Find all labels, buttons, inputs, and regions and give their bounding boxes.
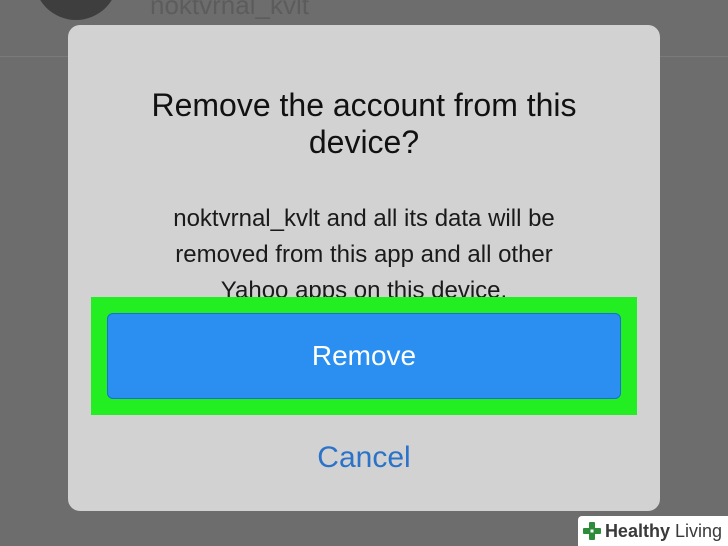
avatar xyxy=(34,0,118,20)
dialog-title-line: Remove the account from this xyxy=(151,87,577,123)
watermark-brand-bold: Healthy xyxy=(604,520,670,541)
watermark: Healthy Living xyxy=(577,516,728,546)
plus-leaf-icon xyxy=(582,522,601,540)
dialog-message-line: noktvrnal_kvlt and all its data will be xyxy=(173,205,555,232)
remove-button[interactable]: Remove xyxy=(107,313,621,399)
dialog-title-line: device? xyxy=(308,124,420,160)
watermark-text: Healthy Living xyxy=(605,521,722,542)
dialog-message: noktvrnal_kvlt and all its data will be … xyxy=(68,201,660,309)
background-username: noktvrnal_kvlt xyxy=(150,0,309,20)
remove-account-dialog: Remove the account from this device? nok… xyxy=(68,25,660,511)
dialog-title: Remove the account from this device? xyxy=(68,87,660,161)
cancel-button[interactable]: Cancel xyxy=(204,433,524,483)
dialog-message-line: removed from this app and all other xyxy=(175,241,553,268)
watermark-brand-light: Living xyxy=(669,520,722,541)
